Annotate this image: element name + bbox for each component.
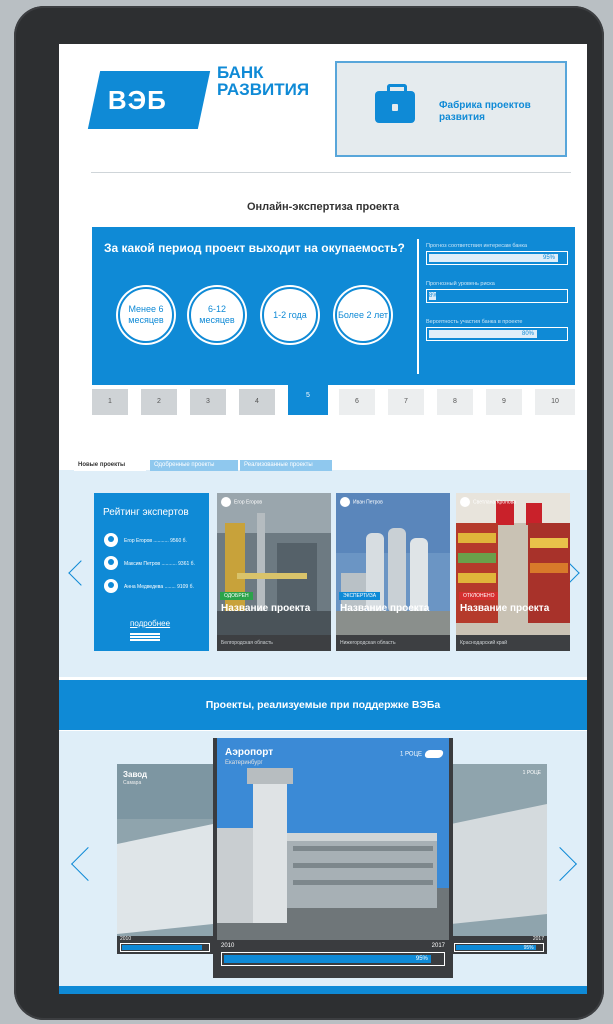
supermarket-photo — [456, 493, 570, 638]
stat-label: Вероятность участия банка в проекте — [426, 319, 523, 325]
step-8[interactable]: 8 — [437, 389, 473, 415]
expert-rating: Рейтинг экспертов Егор Егоров ..........… — [94, 493, 209, 651]
avatar — [104, 556, 118, 570]
slide-years: 2010 2017 — [221, 943, 445, 949]
stat-fill: 8% — [429, 292, 438, 300]
step-pager: 1 2 3 4 5 6 7 8 9 10 — [92, 377, 575, 415]
slide-title: Аэропорт — [225, 747, 274, 758]
tanks-photo — [336, 493, 450, 638]
quiz-question: За какой период проект выходит на окупае… — [104, 241, 405, 255]
step-6[interactable]: 6 — [339, 389, 375, 415]
card-region: Краснодарский край — [456, 635, 570, 651]
option-1-2-years[interactable]: 1-2 года — [262, 287, 318, 343]
progress-fill: 95% — [224, 955, 431, 963]
status-badge: ОДОБРЕН — [220, 592, 253, 600]
rating-title: Рейтинг экспертов — [103, 507, 189, 518]
more-link[interactable]: подробнее — [130, 619, 170, 628]
expertise-title: Онлайн-экспертиза проекта — [246, 201, 400, 213]
bank-name: БАНК РАЗВИТИЯ — [217, 63, 310, 99]
card-title: Название проекта — [460, 603, 550, 614]
stat-bar: 95% — [426, 251, 568, 265]
status-badge: ЭКСПЕРТИЗА — [339, 592, 381, 600]
slide-rating: 1 РОЦЕ — [522, 770, 541, 776]
stat-label: Прогнозный уровень риска — [426, 281, 495, 287]
step-1[interactable]: 1 — [92, 389, 128, 415]
slide-rating: 1 РОЦЕ — [400, 750, 445, 758]
card-region: Белгородская область — [217, 635, 331, 651]
stat-participation: Вероятность участия банка в проекте 80% — [426, 318, 568, 341]
stat-label: Прогноз соответствия интересам банка — [426, 243, 528, 249]
card-region: Нижегородская область — [336, 635, 450, 651]
factory-aerial-photo — [117, 764, 213, 954]
tablet-frame: ВЭБ БАНК РАЗВИТИЯ Фабрика проектов разви… — [14, 6, 604, 1020]
progress-fill: 95% — [456, 945, 536, 951]
factory-photo — [217, 493, 331, 638]
stat-fill: 95% — [429, 254, 558, 262]
option-less-6-months[interactable]: Менее 6 месяцев — [118, 287, 174, 343]
step-7[interactable]: 7 — [388, 389, 424, 415]
step-3[interactable]: 3 — [190, 389, 226, 415]
slide-subtitle: Самара — [123, 780, 142, 786]
factory-banner[interactable]: Фабрика проектов развития — [335, 61, 567, 157]
avatar — [104, 533, 118, 547]
progress-fill — [122, 945, 202, 950]
stat-bar: 8% — [426, 289, 568, 303]
expert-row[interactable]: Анна Медведева ........ 9109 б. — [104, 579, 204, 595]
avatar — [104, 579, 118, 593]
tab-implemented-projects[interactable]: Реализованные проекты — [240, 460, 332, 471]
slide-subtitle: Екатеринбург — [225, 760, 263, 766]
option-6-12-months[interactable]: 6-12 месяцев — [189, 287, 245, 343]
slide-year: 2017 — [532, 936, 544, 942]
step-2[interactable]: 2 — [141, 389, 177, 415]
logo-text: ВЭБ — [107, 85, 167, 115]
step-9[interactable]: 9 — [486, 389, 522, 415]
tab-approved-projects[interactable]: Одобренные проекты — [150, 460, 238, 471]
project-slide-right[interactable]: 1 РОЦЕ 2017 95% — [451, 764, 547, 954]
stat-bar: 80% — [426, 327, 568, 341]
project-slide-center[interactable]: Аэропорт Екатеринбург 1 РОЦЕ 2010 2017 95… — [213, 738, 453, 978]
project-card[interactable]: Светлана Кронова ОТКЛОНЕНО Название прое… — [456, 493, 570, 651]
quiz-separator — [417, 239, 419, 374]
veb-logo[interactable]: ВЭБ — [87, 71, 211, 129]
progress-bar: 95% — [454, 943, 544, 952]
card-user: Егор Егоров — [221, 497, 262, 507]
stat-fill: 80% — [429, 330, 537, 338]
briefcase-icon — [375, 84, 415, 123]
status-badge: ОТКЛОНЕНО — [459, 592, 499, 600]
card-title: Название проекта — [221, 603, 311, 614]
card-user: Иван Петров — [340, 497, 383, 507]
screen: ВЭБ БАНК РАЗВИТИЯ Фабрика проектов разви… — [59, 44, 587, 994]
stat-risk: Прогнозный уровень риска 8% — [426, 280, 568, 303]
menu-icon[interactable] — [130, 633, 160, 641]
expert-row[interactable]: Максим Петров ........... 9361 б. — [104, 556, 204, 572]
supported-projects-header: Проекты, реализуемые при поддержке ВЭБа — [59, 680, 587, 730]
footer-band — [59, 986, 587, 994]
quiz-panel: За какой период проект выходит на окупае… — [92, 227, 575, 385]
project-card[interactable]: Егор Егоров ОДОБРЕН Название проекта Бел… — [217, 493, 331, 651]
project-slide-left[interactable]: Завод Самара 2010 — [117, 764, 213, 954]
factory-label: Фабрика проектов развития — [439, 100, 531, 123]
slide-title: Завод — [123, 770, 148, 779]
option-more-2-years[interactable]: Более 2 лет — [335, 287, 391, 343]
tag-icon — [423, 750, 445, 758]
stat-bank-interest: Прогноз соответствия интересам банка 95% — [426, 242, 568, 265]
card-title: Название проекта — [340, 603, 430, 614]
airport-photo — [217, 738, 449, 940]
slide-year: 2010 — [120, 936, 132, 942]
expert-row[interactable]: Егор Егоров ........... 9560 б. — [104, 533, 204, 549]
card-user: Светлана Кронова — [460, 497, 516, 507]
airport-aerial-photo — [451, 764, 547, 954]
step-4[interactable]: 4 — [239, 389, 275, 415]
tab-new-projects[interactable]: Новые проекты — [74, 460, 146, 471]
progress-bar — [120, 943, 210, 952]
divider — [91, 172, 571, 173]
project-card[interactable]: Иван Петров ЭКСПЕРТИЗА Название проекта … — [336, 493, 450, 651]
step-10[interactable]: 10 — [535, 389, 575, 415]
step-5-active[interactable]: 5 — [288, 377, 328, 415]
progress-bar: 95% — [221, 952, 445, 966]
